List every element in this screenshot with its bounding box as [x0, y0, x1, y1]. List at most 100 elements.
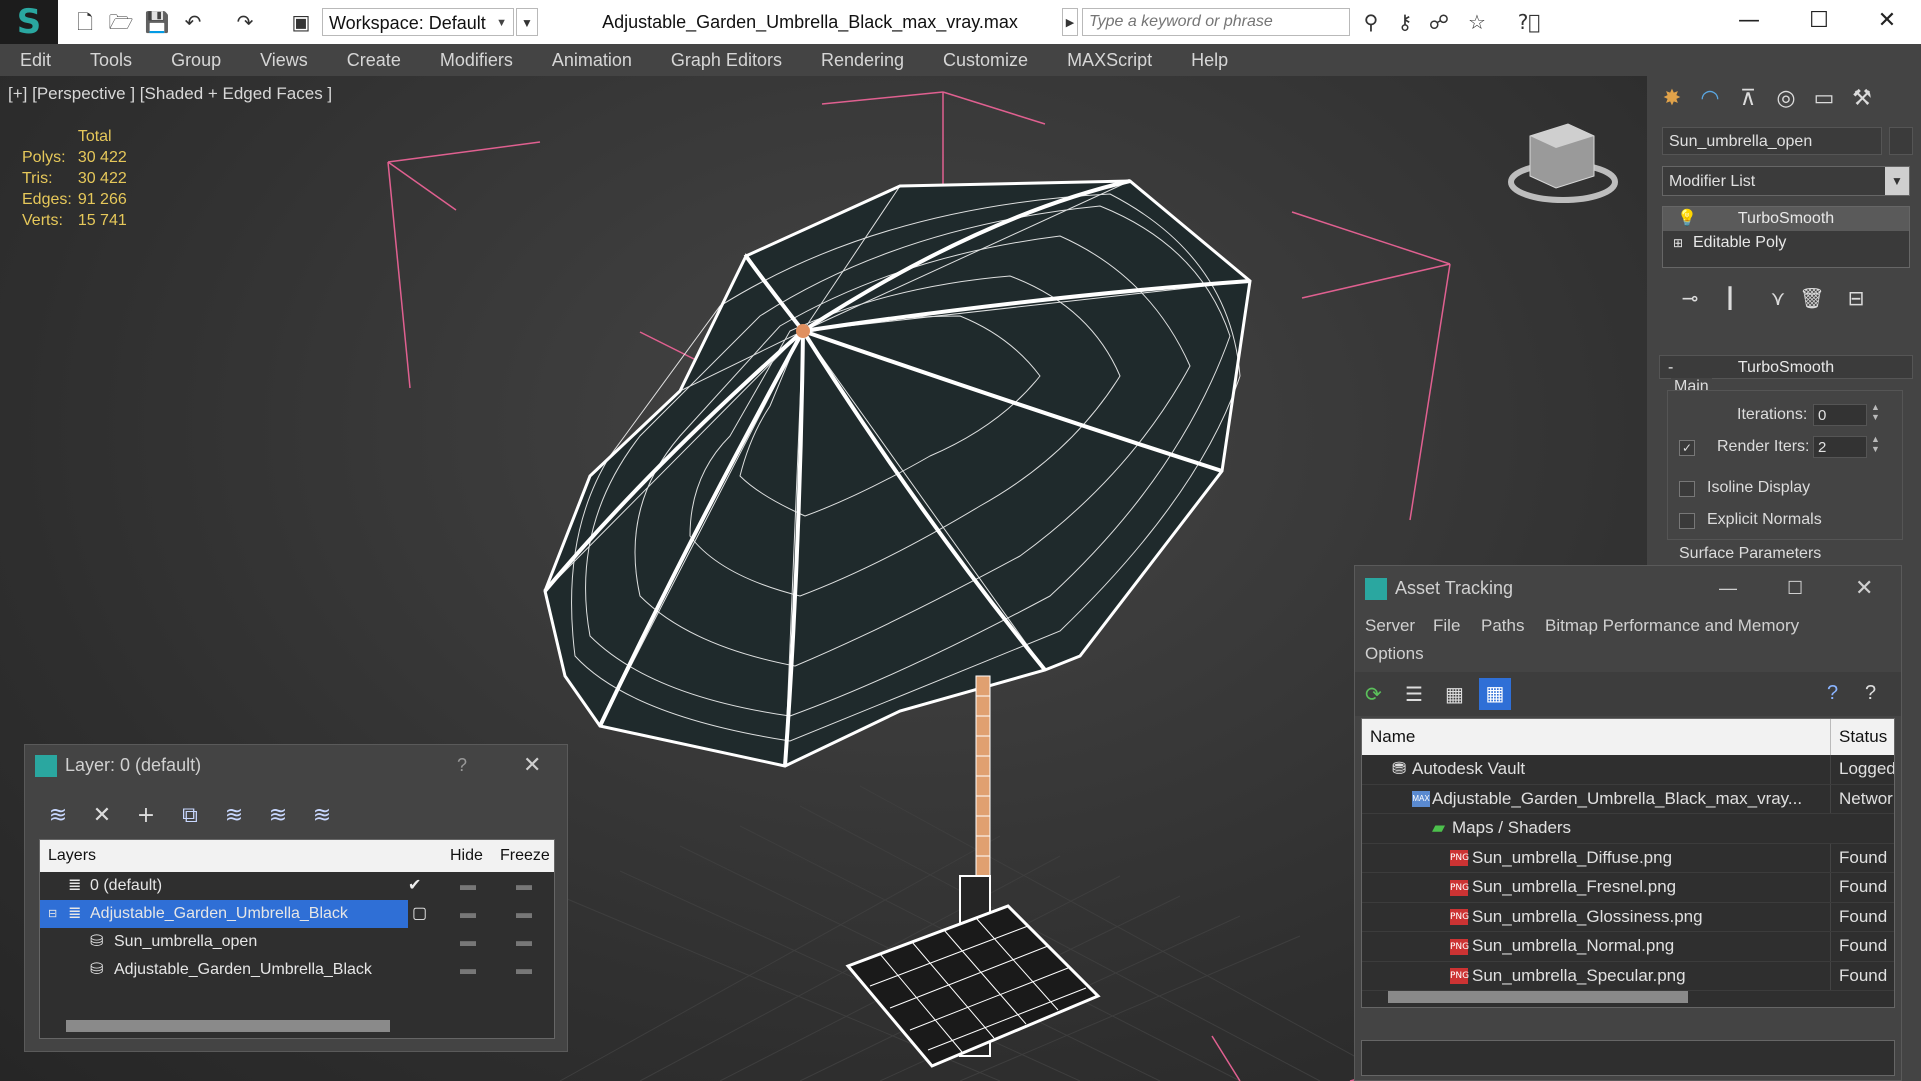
- hide-toggle[interactable]: ▬: [460, 956, 476, 984]
- viewcube-icon[interactable]: [1508, 123, 1618, 203]
- column-layers[interactable]: Layers: [48, 840, 96, 872]
- asset-window-titlebar[interactable]: Asset Tracking — ☐ ✕: [1355, 566, 1901, 610]
- hierarchy-tab-icon[interactable]: ⊼: [1733, 84, 1763, 114]
- delete-layer-icon[interactable]: ✕: [87, 801, 117, 831]
- help-icon[interactable]: ?: [1827, 682, 1838, 705]
- freeze-toggle[interactable]: ▬: [516, 872, 532, 900]
- menu-file[interactable]: File: [1433, 616, 1460, 636]
- add-to-layer-icon[interactable]: +: [131, 801, 161, 831]
- display-tab-icon[interactable]: ▭: [1809, 84, 1839, 114]
- highlight-selected-icon[interactable]: ≋: [219, 801, 249, 831]
- layer-row[interactable]: ≣ 0 (default) ✔ ▬ ▬: [40, 872, 554, 900]
- freeze-toggle[interactable]: ▬: [516, 900, 532, 928]
- close-icon[interactable]: ✕: [523, 745, 541, 785]
- make-unique-icon[interactable]: ⋎: [1763, 286, 1793, 316]
- motion-tab-icon[interactable]: ◎: [1771, 84, 1801, 114]
- menu-animation[interactable]: Animation: [552, 50, 632, 71]
- isoline-display-checkbox[interactable]: [1679, 481, 1695, 497]
- table-view-icon[interactable]: ▦: [1479, 678, 1511, 710]
- iterations-spinner[interactable]: 0: [1813, 404, 1867, 426]
- asset-row[interactable]: PNG Sun_umbrella_Normal.png Found: [1362, 932, 1894, 962]
- signin-icon[interactable]: ☍: [1426, 10, 1452, 34]
- asset-row[interactable]: ▰ Maps / Shaders: [1362, 814, 1894, 844]
- refresh-icon[interactable]: ⟳: [1365, 682, 1382, 707]
- column-hide[interactable]: Hide: [450, 840, 483, 872]
- utilities-tab-icon[interactable]: ⚒: [1847, 84, 1877, 114]
- save-file-icon[interactable]: 💾: [144, 10, 170, 34]
- active-check-icon[interactable]: ✔: [408, 872, 421, 900]
- column-freeze[interactable]: Freeze: [500, 840, 550, 872]
- key-icon[interactable]: ⚷: [1392, 10, 1418, 34]
- menu-customize[interactable]: Customize: [943, 50, 1028, 71]
- redo-icon[interactable]: ↷: [232, 10, 258, 34]
- workspace-selector[interactable]: Workspace: Default ▼: [322, 8, 514, 36]
- app-logo[interactable]: S: [0, 0, 58, 44]
- remove-modifier-icon[interactable]: 🗑: [1797, 286, 1827, 316]
- pin-stack-icon[interactable]: ⊸: [1675, 286, 1705, 316]
- menu-help[interactable]: Help: [1191, 50, 1228, 71]
- make-current-box-icon[interactable]: ▢: [412, 900, 427, 928]
- close-icon[interactable]: ✕: [1855, 566, 1873, 610]
- surface-parameters-label[interactable]: Surface Parameters: [1679, 545, 1821, 563]
- favorite-star-icon[interactable]: ☆: [1464, 10, 1490, 34]
- explicit-normals-checkbox[interactable]: [1679, 513, 1695, 529]
- column-status[interactable]: Status: [1830, 719, 1887, 755]
- help-icon[interactable]: ?⃝: [1516, 10, 1542, 34]
- horizontal-scrollbar[interactable]: [1388, 991, 1688, 1003]
- stack-item-turbosmooth[interactable]: 💡 TurboSmooth: [1663, 207, 1909, 231]
- create-tab-icon[interactable]: ✸: [1657, 84, 1687, 114]
- modify-tab-icon[interactable]: ◠: [1695, 84, 1725, 114]
- new-layer-icon[interactable]: ≋: [43, 801, 73, 831]
- menu-create[interactable]: Create: [347, 50, 401, 71]
- asset-row[interactable]: PNG Sun_umbrella_Diffuse.png Found: [1362, 843, 1894, 873]
- list-view-icon[interactable]: ☰: [1405, 682, 1423, 707]
- render-iters-spinner[interactable]: 2: [1813, 436, 1867, 458]
- minimize-button[interactable]: —: [1719, 566, 1737, 610]
- freeze-toggle[interactable]: ▬: [516, 928, 532, 956]
- configure-sets-icon[interactable]: ⊟: [1841, 286, 1871, 316]
- menu-options[interactable]: Options: [1365, 644, 1424, 664]
- layer-window-titlebar[interactable]: Layer: 0 (default) ? ✕: [25, 745, 567, 785]
- hide-toggle[interactable]: ▬: [460, 872, 476, 900]
- undo-icon[interactable]: ↶: [180, 10, 206, 34]
- context-help-icon[interactable]: ?: [1865, 682, 1876, 705]
- menu-views[interactable]: Views: [260, 50, 308, 71]
- bulb-icon[interactable]: 💡: [1677, 207, 1697, 231]
- minimize-button[interactable]: —: [1716, 0, 1782, 44]
- show-end-result-icon[interactable]: ┃: [1715, 286, 1745, 316]
- asset-path-field[interactable]: [1361, 1040, 1895, 1076]
- object-color-swatch[interactable]: [1889, 127, 1913, 155]
- expand-plus-icon[interactable]: ⊞: [1673, 231, 1683, 255]
- maximize-button[interactable]: ☐: [1787, 566, 1803, 610]
- search-input[interactable]: [1082, 8, 1350, 36]
- column-name[interactable]: Name: [1370, 727, 1415, 747]
- new-file-icon[interactable]: 🗋: [72, 10, 98, 34]
- menu-modifiers[interactable]: Modifiers: [440, 50, 513, 71]
- binoculars-icon[interactable]: ⚲: [1358, 10, 1384, 34]
- thumbnail-view-icon[interactable]: ▦: [1445, 682, 1464, 707]
- asset-row[interactable]: PNG Sun_umbrella_Fresnel.png Found: [1362, 873, 1894, 903]
- menu-paths[interactable]: Paths: [1481, 616, 1524, 636]
- stack-item-editable-poly[interactable]: ⊞ Editable Poly: [1663, 231, 1909, 255]
- modifier-list-dropdown[interactable]: Modifier List ▼: [1662, 166, 1910, 196]
- collapse-minus-icon[interactable]: ⊟: [48, 900, 57, 928]
- hide-toggle[interactable]: ▬: [460, 928, 476, 956]
- layer-row[interactable]: ⛁ Sun_umbrella_open ▬ ▬: [40, 928, 554, 956]
- asset-row[interactable]: ⛃ Autodesk Vault Logged: [1362, 755, 1894, 785]
- menu-bitmap-performance[interactable]: Bitmap Performance and Memory: [1545, 616, 1799, 636]
- search-expand-button[interactable]: ▶: [1062, 8, 1078, 36]
- help-question-icon[interactable]: ?: [457, 745, 467, 785]
- hide-all-layers-icon[interactable]: ≋: [263, 801, 293, 831]
- viewport-label[interactable]: [+] [Perspective ] [Shaded + Edged Faces…: [8, 84, 332, 104]
- project-icon[interactable]: ▣: [288, 10, 314, 34]
- menu-group[interactable]: Group: [171, 50, 221, 71]
- object-name-field[interactable]: Sun_umbrella_open: [1662, 127, 1882, 155]
- freeze-all-layers-icon[interactable]: ≋: [307, 801, 337, 831]
- spinner-arrows-icon[interactable]: ▲ ▼: [1871, 402, 1880, 422]
- turbosmooth-rollout-header[interactable]: - TurboSmooth: [1659, 355, 1913, 379]
- workspace-menu-button[interactable]: ▼: [516, 8, 538, 36]
- open-file-icon[interactable]: 🗁: [108, 10, 134, 34]
- spinner-arrows-icon[interactable]: ▲ ▼: [1871, 434, 1880, 454]
- maximize-button[interactable]: ☐: [1786, 0, 1852, 44]
- menu-maxscript[interactable]: MAXScript: [1067, 50, 1152, 71]
